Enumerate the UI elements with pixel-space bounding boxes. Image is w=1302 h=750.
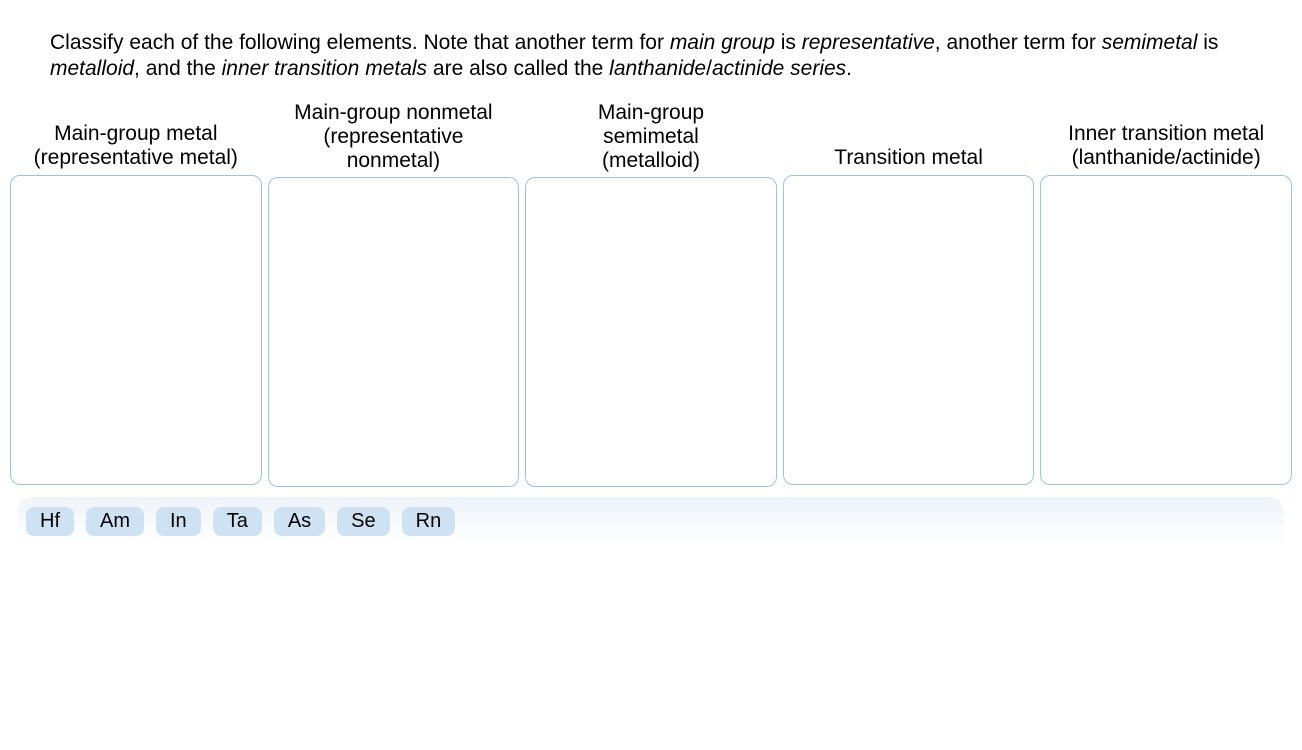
category-column: Main-group nonmetal (representative nonm… [268,101,520,487]
prompt-text: . [846,57,852,80]
header-line: Main-group nonmetal [294,101,492,124]
header-line: (metalloid) [602,149,700,172]
prompt-text: is [775,31,802,54]
prompt-italic: actinide series [712,57,846,80]
dropzone-inner-transition-metal[interactable] [1040,175,1292,485]
prompt-text: , another term for [935,31,1102,54]
prompt-italic: lanthanide [609,57,706,80]
column-header: Main-group metal (representative metal) [34,101,238,175]
header-line: semimetal [603,125,699,148]
prompt-italic: semimetal [1102,31,1198,54]
drop-columns: Main-group metal (representative metal) … [10,101,1292,487]
prompt-text: , and the [134,57,222,80]
answer-bank: Hf Am In Ta As Se Rn [18,497,1284,566]
header-line: Transition metal [834,146,983,169]
prompt-text: are also called the [427,57,609,80]
dropzone-main-group-nonmetal[interactable] [268,177,520,487]
dropzone-transition-metal[interactable] [783,175,1035,485]
category-column: Transition metal [783,101,1035,487]
column-header: Inner transition metal (lanthanide/actin… [1068,101,1264,175]
element-chip[interactable]: As [274,507,325,536]
element-chip[interactable]: Se [337,507,389,536]
prompt-italic: inner transition metals [222,57,427,80]
element-chip[interactable]: Am [86,507,144,536]
dropzone-semimetal[interactable] [525,177,777,487]
prompt-italic: representative [802,31,935,54]
header-line: nonmetal) [347,149,440,172]
column-header: Main-group semimetal (metalloid) [598,101,704,177]
category-column: Inner transition metal (lanthanide/actin… [1040,101,1292,487]
prompt-italic: main group [670,31,775,54]
exercise-container: Classify each of the following elements.… [0,0,1302,566]
question-prompt: Classify each of the following elements.… [10,30,1292,101]
prompt-italic: metalloid [50,57,134,80]
element-chip[interactable]: Hf [26,507,74,536]
header-line: (representative metal) [34,146,238,169]
header-line: Inner transition metal [1068,122,1264,145]
category-column: Main-group semimetal (metalloid) [525,101,777,487]
dropzone-main-group-metal[interactable] [10,175,262,485]
prompt-text: is [1197,31,1218,54]
category-column: Main-group metal (representative metal) [10,101,262,487]
element-chip[interactable]: Rn [402,507,456,536]
header-line: (representative [323,125,463,148]
column-header: Main-group nonmetal (representative nonm… [294,101,492,177]
element-chip[interactable]: In [156,507,201,536]
header-line: Main-group metal [54,122,217,145]
header-line: Main-group [598,101,704,124]
column-header: Transition metal [834,101,983,175]
element-chip[interactable]: Ta [213,507,262,536]
prompt-text: Classify each of the following elements.… [50,31,670,54]
header-line: (lanthanide/actinide) [1072,146,1261,169]
